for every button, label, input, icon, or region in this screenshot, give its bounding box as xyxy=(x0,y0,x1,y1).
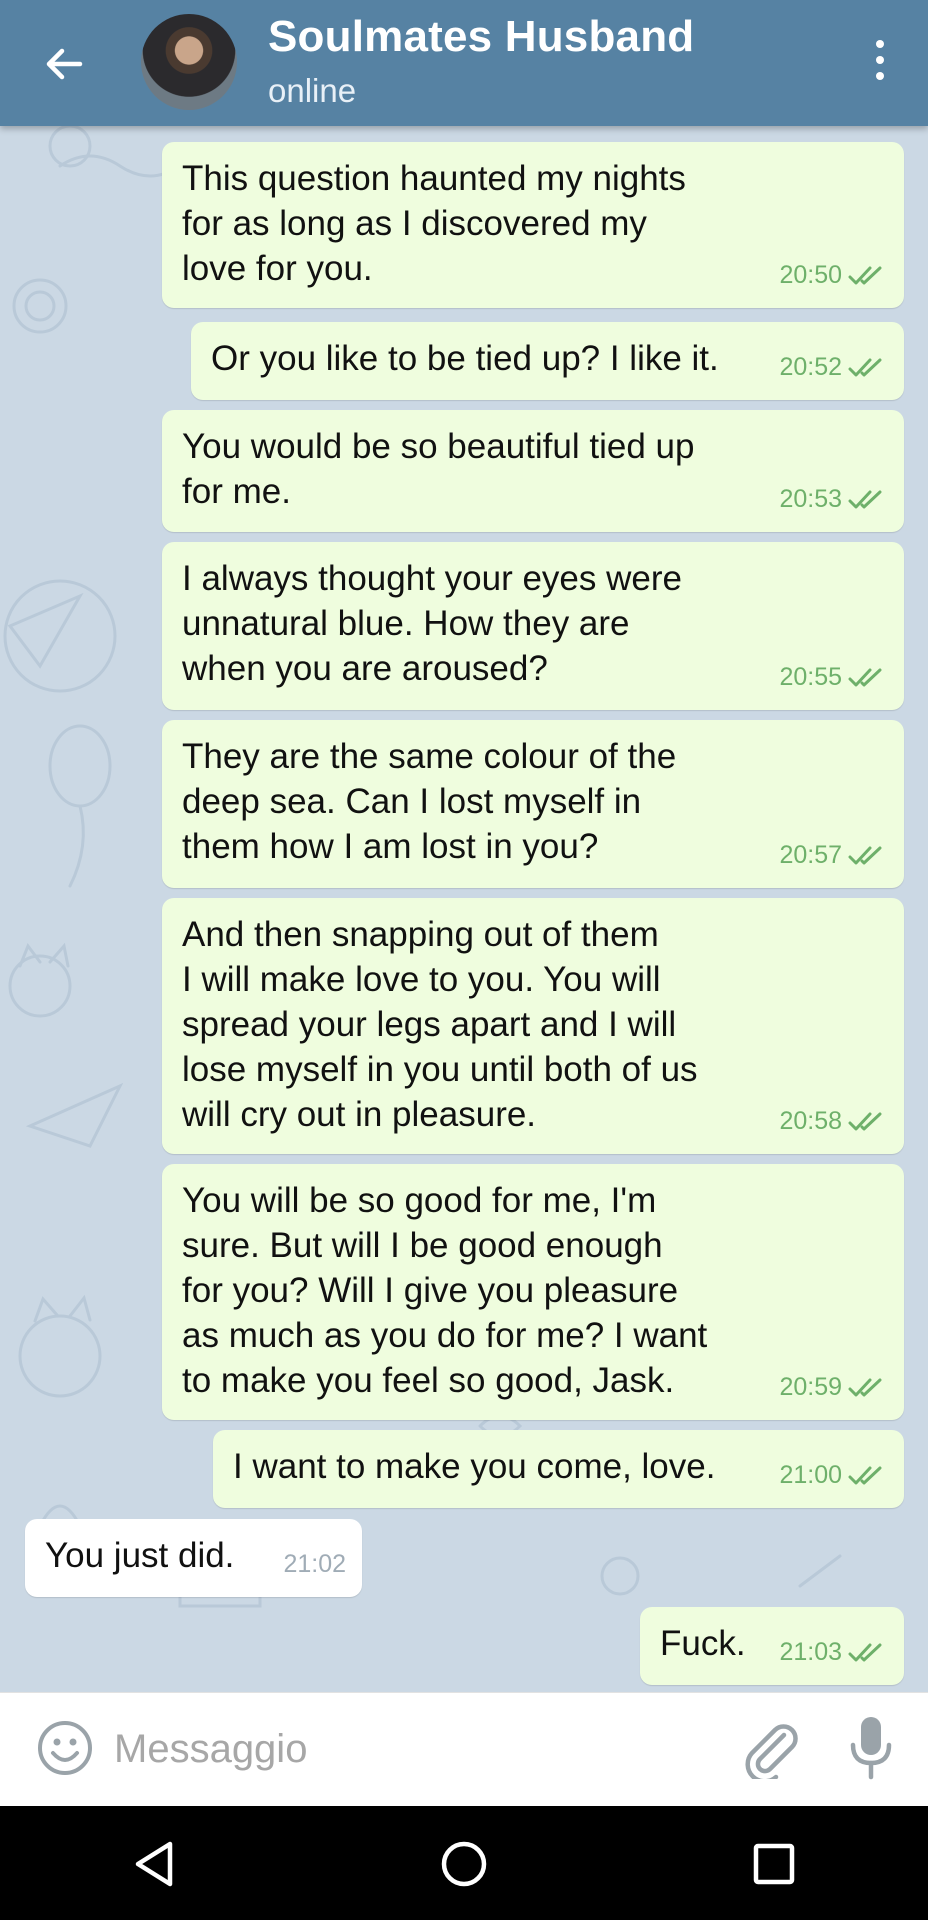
double-check-icon xyxy=(848,1466,882,1484)
message-meta: 20:55 xyxy=(779,655,888,700)
message-time: 20:50 xyxy=(779,261,842,289)
smile-icon[interactable] xyxy=(36,1719,94,1777)
message-meta: 20:53 xyxy=(779,477,888,522)
message-text: Or you like to be tied up? I like it. xyxy=(211,339,719,378)
paperclip-icon[interactable] xyxy=(740,1717,800,1779)
double-check-icon xyxy=(848,266,882,284)
message-text: Fuck. xyxy=(660,1624,746,1663)
message-text: And then snapping out of them I will mak… xyxy=(182,915,698,1134)
message-meta: 20:57 xyxy=(779,833,888,878)
message-meta: 21:03 xyxy=(779,1630,888,1675)
message-list[interactable]: This question haunted my nights for as l… xyxy=(0,126,928,1692)
chat-status: online xyxy=(268,72,357,109)
message-meta: 20:58 xyxy=(779,1099,888,1144)
message-time: 21:00 xyxy=(779,1461,842,1489)
circle-home-icon[interactable] xyxy=(436,1836,492,1892)
double-check-icon xyxy=(848,358,882,376)
message-text: You just did. xyxy=(45,1536,235,1575)
double-check-icon xyxy=(848,1112,882,1130)
double-check-icon xyxy=(848,846,882,864)
message-text: I want to make you come, love. xyxy=(233,1447,716,1486)
message-text: I always thought your eyes were unnatura… xyxy=(182,559,682,688)
outgoing-message[interactable]: They are the same colour of the deep sea… xyxy=(162,720,904,888)
outgoing-message[interactable]: You would be so beautiful tied up for me… xyxy=(162,410,904,532)
system-navigation-bar xyxy=(0,1806,928,1920)
compose-bar xyxy=(0,1692,928,1807)
outgoing-message[interactable]: And then snapping out of them I will mak… xyxy=(162,898,904,1154)
outgoing-message[interactable]: I want to make you come, love. 21:00 xyxy=(213,1430,904,1508)
message-meta: 20:59 xyxy=(779,1365,888,1410)
message-time: 20:52 xyxy=(779,353,842,381)
message-time: 20:57 xyxy=(779,841,842,869)
outgoing-message[interactable]: This question haunted my nights for as l… xyxy=(162,142,904,308)
double-check-icon xyxy=(848,668,882,686)
double-check-icon xyxy=(848,490,882,508)
double-check-icon xyxy=(848,1378,882,1396)
message-text: You will be so good for me, I'm sure. Bu… xyxy=(182,1181,708,1400)
message-time: 20:53 xyxy=(779,485,842,513)
incoming-message[interactable]: You just did. 21:02 xyxy=(25,1519,362,1597)
avatar[interactable] xyxy=(141,14,237,110)
outgoing-message[interactable]: Fuck. 21:03 xyxy=(640,1607,904,1685)
square-recents-icon[interactable] xyxy=(746,1836,802,1892)
triangle-back-icon[interactable] xyxy=(128,1836,184,1892)
message-meta: 21:02 xyxy=(283,1542,346,1587)
message-text: They are the same colour of the deep sea… xyxy=(182,737,677,866)
arrow-left-icon xyxy=(46,48,83,80)
double-check-icon xyxy=(848,1643,882,1661)
message-meta: 21:00 xyxy=(779,1453,888,1498)
chat-header: Soulmates Husband online xyxy=(0,0,928,126)
outgoing-message[interactable]: I always thought your eyes were unnatura… xyxy=(162,542,904,710)
microphone-icon[interactable] xyxy=(848,1715,894,1781)
message-time: 20:59 xyxy=(779,1373,842,1401)
message-meta: 20:52 xyxy=(779,345,888,390)
message-input[interactable] xyxy=(112,1717,716,1781)
message-text: This question haunted my nights for as l… xyxy=(182,159,686,288)
outgoing-message[interactable]: Or you like to be tied up? I like it. 20:… xyxy=(191,322,904,400)
chat-title[interactable]: Soulmates Husband xyxy=(268,12,694,62)
more-vertical-icon[interactable] xyxy=(860,36,900,84)
message-time: 21:02 xyxy=(283,1550,346,1578)
message-meta: 20:50 xyxy=(779,253,888,298)
message-text: You would be so beautiful tied up for me… xyxy=(182,427,695,511)
message-time: 20:58 xyxy=(779,1107,842,1135)
back-button[interactable] xyxy=(36,36,92,92)
outgoing-message[interactable]: You will be so good for me, I'm sure. Bu… xyxy=(162,1164,904,1420)
message-time: 21:03 xyxy=(779,1638,842,1666)
message-time: 20:55 xyxy=(779,663,842,691)
